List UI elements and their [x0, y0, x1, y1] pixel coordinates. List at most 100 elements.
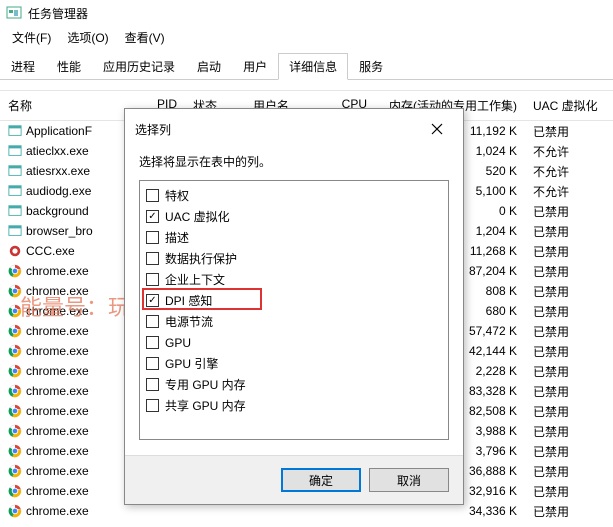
checkbox[interactable] — [146, 210, 159, 223]
process-name: atieclxx.exe — [26, 144, 89, 158]
column-option-label: GPU 引擎 — [165, 355, 218, 372]
column-option-label: 专用 GPU 内存 — [165, 376, 246, 393]
process-uac: 已禁用 — [525, 323, 613, 340]
menu-options[interactable]: 选项(O) — [59, 27, 116, 48]
tab-4[interactable]: 用户 — [232, 53, 278, 80]
tab-5[interactable]: 详细信息 — [278, 53, 348, 80]
column-option-label: 特权 — [165, 187, 189, 204]
column-option-label: UAC 虚拟化 — [165, 208, 230, 225]
process-name: chrome.exe — [26, 264, 89, 278]
process-uac: 已禁用 — [525, 123, 613, 140]
tab-3[interactable]: 启动 — [186, 53, 232, 80]
process-uac: 已禁用 — [525, 403, 613, 420]
process-mem: 34,336 K — [375, 504, 525, 518]
process-uac: 已禁用 — [525, 263, 613, 280]
process-uac: 已禁用 — [525, 383, 613, 400]
process-uac: 已禁用 — [525, 243, 613, 260]
tab-2[interactable]: 应用历史记录 — [92, 53, 186, 80]
checkbox[interactable] — [146, 336, 159, 349]
process-name: chrome.exe — [26, 344, 89, 358]
menubar: 文件(F) 选项(O) 查看(V) — [0, 26, 613, 48]
process-icon — [8, 164, 22, 178]
col-header-name[interactable]: 名称 — [0, 91, 125, 120]
checkbox[interactable] — [146, 273, 159, 286]
column-listbox[interactable]: 特权UAC 虚拟化描述数据执行保护企业上下文DPI 感知电源节流GPUGPU 引… — [139, 180, 449, 440]
dialog-button-bar: 确定 取消 — [125, 455, 463, 504]
process-name: chrome.exe — [26, 424, 89, 438]
process-name: browser_bro — [26, 224, 93, 238]
column-option[interactable]: 电源节流 — [142, 311, 446, 332]
dialog-title: 选择列 — [135, 121, 171, 138]
column-option[interactable]: 数据执行保护 — [142, 248, 446, 269]
checkbox[interactable] — [146, 189, 159, 202]
column-option-label: GPU — [165, 336, 191, 350]
checkbox[interactable] — [146, 378, 159, 391]
checkbox[interactable] — [146, 252, 159, 265]
process-name: chrome.exe — [26, 464, 89, 478]
process-icon — [8, 204, 22, 218]
process-icon — [8, 304, 22, 318]
process-name: chrome.exe — [26, 504, 89, 518]
process-icon — [8, 224, 22, 238]
column-option[interactable]: 描述 — [142, 227, 446, 248]
process-uac: 不允许 — [525, 143, 613, 160]
window-title: 任务管理器 — [28, 5, 88, 22]
process-uac: 已禁用 — [525, 343, 613, 360]
process-uac: 已禁用 — [525, 483, 613, 500]
checkbox[interactable] — [146, 357, 159, 370]
process-icon — [8, 284, 22, 298]
process-icon — [8, 244, 22, 258]
process-uac: 已禁用 — [525, 443, 613, 460]
process-name: ApplicationF — [26, 124, 92, 138]
process-uac: 已禁用 — [525, 203, 613, 220]
process-name: CCC.exe — [26, 244, 75, 258]
app-icon — [6, 5, 22, 21]
process-uac: 已禁用 — [525, 503, 613, 520]
process-uac: 不允许 — [525, 183, 613, 200]
process-icon — [8, 384, 22, 398]
column-option[interactable]: 企业上下文 — [142, 269, 446, 290]
process-icon — [8, 324, 22, 338]
ok-button[interactable]: 确定 — [281, 468, 361, 492]
column-option[interactable]: UAC 虚拟化 — [142, 206, 446, 227]
checkbox[interactable] — [146, 315, 159, 328]
menu-view[interactable]: 查看(V) — [117, 27, 173, 48]
process-icon — [8, 364, 22, 378]
column-option[interactable]: 特权 — [142, 185, 446, 206]
checkbox[interactable] — [146, 399, 159, 412]
process-name: chrome.exe — [26, 364, 89, 378]
column-option-label: 数据执行保护 — [165, 250, 237, 267]
process-icon — [8, 444, 22, 458]
cancel-button[interactable]: 取消 — [369, 468, 449, 492]
tab-1[interactable]: 性能 — [46, 53, 92, 80]
process-name: chrome.exe — [26, 324, 89, 338]
column-option[interactable]: 共享 GPU 内存 — [142, 395, 446, 416]
column-option[interactable]: GPU — [142, 332, 446, 353]
tab-0[interactable]: 进程 — [0, 53, 46, 80]
column-option[interactable]: 专用 GPU 内存 — [142, 374, 446, 395]
process-icon — [8, 184, 22, 198]
process-name: chrome.exe — [26, 484, 89, 498]
select-columns-dialog: 选择列 选择将显示在表中的列。 特权UAC 虚拟化描述数据执行保护企业上下文DP… — [124, 108, 464, 505]
process-name: audiodg.exe — [26, 184, 91, 198]
dialog-close-button[interactable] — [421, 117, 453, 141]
tab-6[interactable]: 服务 — [348, 53, 394, 80]
process-uac: 已禁用 — [525, 283, 613, 300]
process-icon — [8, 124, 22, 138]
window-titlebar: 任务管理器 — [0, 0, 613, 26]
process-name: chrome.exe — [26, 304, 89, 318]
process-name: atiesrxx.exe — [26, 164, 90, 178]
menu-file[interactable]: 文件(F) — [4, 27, 59, 48]
process-icon — [8, 424, 22, 438]
process-uac: 已禁用 — [525, 303, 613, 320]
column-option[interactable]: GPU 引擎 — [142, 353, 446, 374]
column-option-label: 企业上下文 — [165, 271, 225, 288]
tabbar: 进程性能应用历史记录启动用户详细信息服务 — [0, 52, 613, 80]
process-icon — [8, 344, 22, 358]
process-icon — [8, 504, 22, 518]
col-header-uac[interactable]: UAC 虚拟化 — [525, 91, 613, 120]
process-name: chrome.exe — [26, 404, 89, 418]
process-name: background — [26, 204, 89, 218]
process-uac: 已禁用 — [525, 223, 613, 240]
checkbox[interactable] — [146, 231, 159, 244]
